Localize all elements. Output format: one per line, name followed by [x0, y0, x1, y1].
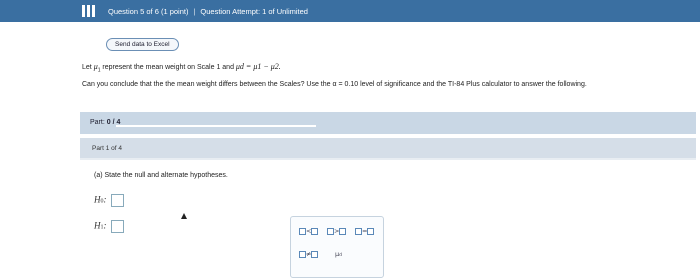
- part-1-header: Part 1 of 4: [80, 138, 696, 158]
- h0-row: H0:: [94, 194, 124, 207]
- instruction-text: (a) State the null and alternate hypothe…: [94, 172, 228, 179]
- question-header: Question 5 of 6 (1 point) | Question Attem…: [108, 6, 308, 16]
- progress-track: [116, 125, 316, 127]
- hamburger-icon[interactable]: [82, 5, 96, 17]
- equals-button[interactable]: =: [355, 227, 375, 235]
- less-than-button[interactable]: <: [299, 227, 319, 235]
- h1-row: H1:: [94, 220, 124, 233]
- h0-answer-box[interactable]: [110, 194, 124, 207]
- symbol-palette: < > = ≠ μd: [290, 216, 384, 278]
- mu-d-button[interactable]: μd: [335, 250, 342, 258]
- problem-line-2: Can you conclude that the the mean weigh…: [82, 81, 587, 89]
- part-1-panel: Part 1 of 4 (a) State the null and alter…: [80, 138, 696, 278]
- part-1-title: Part 1 of 4: [92, 145, 122, 152]
- attempt-label: Question Attempt: 1 of Unlimited: [200, 6, 308, 16]
- greater-than-button[interactable]: >: [327, 227, 347, 235]
- mouse-cursor-icon: [181, 213, 187, 219]
- problem-line-1: Let μ1 represent the mean weight on Scal…: [82, 62, 281, 74]
- not-equal-button[interactable]: ≠: [299, 250, 319, 258]
- question-info: Question 5 of 6 (1 point): [108, 6, 189, 16]
- problem-statement: Let μ1 represent the mean weight on Scal…: [82, 62, 682, 94]
- part-1-body: (a) State the null and alternate hypothe…: [80, 160, 696, 278]
- h1-answer-box[interactable]: [110, 220, 124, 233]
- send-to-excel-button[interactable]: Send data to Excel: [106, 38, 179, 51]
- top-bar: Question 5 of 6 (1 point) | Question Attem…: [0, 0, 700, 22]
- part-progress-bar: Part: 0 / 4: [80, 112, 696, 134]
